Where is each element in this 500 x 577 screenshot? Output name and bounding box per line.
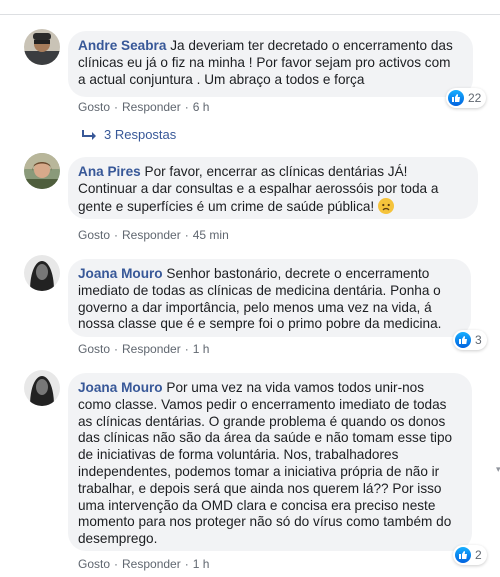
comment-time[interactable]: 6 h xyxy=(193,100,210,114)
like-link[interactable]: Gosto xyxy=(78,228,110,242)
like-reaction-icon xyxy=(455,547,471,563)
avatar-photo-icon xyxy=(24,370,60,406)
comment-bubble: Ana Pires Por favor, encerrar as clínica… xyxy=(68,157,478,219)
reaction-count[interactable]: 22 xyxy=(446,88,487,108)
like-link[interactable]: Gosto xyxy=(78,342,110,356)
avatar[interactable] xyxy=(24,29,60,65)
like-link[interactable]: Gosto xyxy=(78,100,110,114)
previous-comment-edge xyxy=(0,0,500,15)
scrollbar-marker[interactable]: ▾ xyxy=(496,464,500,474)
worried-emoji-icon xyxy=(378,197,394,214)
reaction-count[interactable]: 3 xyxy=(453,330,487,350)
reply-link[interactable]: Responder xyxy=(122,342,181,356)
reaction-number: 22 xyxy=(468,91,482,105)
comment-author[interactable]: Andre Seabra xyxy=(78,38,166,53)
comment-bubble: Joana Mouro Por uma vez na vida vamos to… xyxy=(68,373,472,551)
like-reaction-icon xyxy=(448,90,464,106)
view-replies-link[interactable]: 3 Respostas xyxy=(82,127,176,142)
reply-link[interactable]: Responder xyxy=(122,557,181,571)
comment-actions: Gosto · Responder · 1 h xyxy=(78,557,210,571)
avatar-photo-icon xyxy=(24,153,60,189)
reaction-number: 3 xyxy=(475,333,482,347)
avatar[interactable] xyxy=(24,370,60,406)
avatar-photo-icon xyxy=(24,29,60,65)
reply-link[interactable]: Responder xyxy=(122,100,181,114)
comment-actions: Gosto · Responder · 45 min xyxy=(78,228,229,242)
reaction-number: 2 xyxy=(475,548,482,562)
comment-bubble: Joana Mouro Senhor bastonário, decrete o… xyxy=(68,259,471,337)
comment-author[interactable]: Ana Pires xyxy=(78,164,141,179)
comment-time[interactable]: 45 min xyxy=(193,228,229,242)
avatar[interactable] xyxy=(24,153,60,189)
reply-arrow-icon xyxy=(82,130,96,140)
comment-author[interactable]: Joana Mouro xyxy=(78,266,163,281)
like-link[interactable]: Gosto xyxy=(78,557,110,571)
comment-time[interactable]: 1 h xyxy=(193,342,210,356)
avatar[interactable] xyxy=(24,255,60,291)
reaction-count[interactable]: 2 xyxy=(453,545,487,565)
comment-actions: Gosto · Responder · 6 h xyxy=(78,100,210,114)
avatar-photo-icon xyxy=(24,255,60,291)
comment-actions: Gosto · Responder · 1 h xyxy=(78,342,210,356)
like-reaction-icon xyxy=(455,332,471,348)
comment-bubble: Andre Seabra Ja deveriam ter decretado o… xyxy=(68,31,473,97)
reply-link[interactable]: Responder xyxy=(122,228,181,242)
comment-text: Por uma vez na vida vamos todos unir-nos… xyxy=(78,380,453,547)
comment-author[interactable]: Joana Mouro xyxy=(78,380,163,395)
replies-count: 3 Respostas xyxy=(104,127,177,142)
comment-time[interactable]: 1 h xyxy=(193,557,210,571)
